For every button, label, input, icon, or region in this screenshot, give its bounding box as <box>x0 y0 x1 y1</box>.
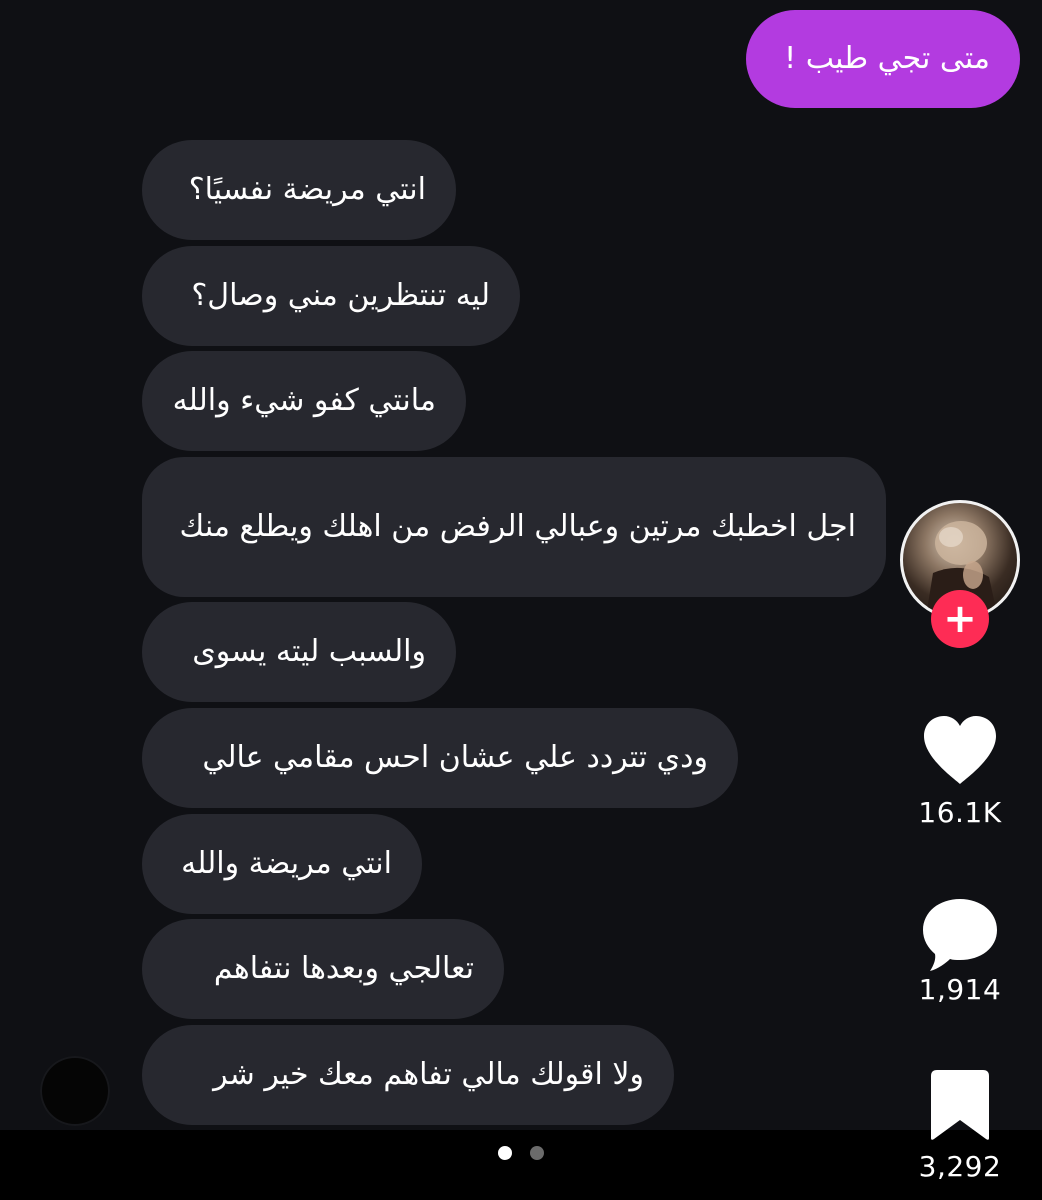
message-text: اجل اخطبك مرتين وعبالي الرفض من اهلك ويط… <box>179 509 856 544</box>
received-message-bubble[interactable]: مانتي كفو شيء والله <box>142 351 466 451</box>
sender-avatar[interactable] <box>40 1056 110 1126</box>
message-text: تعالجي وبعدها نتفاهم <box>213 951 474 986</box>
received-message-bubble[interactable]: انتي مريضة والله <box>142 814 422 914</box>
received-message-bubble[interactable]: ولا اقولك مالي تفاهم معك خير شر <box>142 1025 674 1125</box>
received-message-bubble[interactable]: اجل اخطبك مرتين وعبالي الرفض من اهلك ويط… <box>142 457 886 597</box>
like-count: 16.1K <box>918 796 1002 829</box>
received-message-bubble[interactable]: ودي تتردد علي عشان احس مقامي عالي <box>142 708 738 808</box>
message-text: ولا اقولك مالي تفاهم معك خير شر <box>213 1057 644 1092</box>
received-message-bubble[interactable]: تعالجي وبعدها نتفاهم <box>142 919 504 1019</box>
comment-count: 1,914 <box>918 973 1002 1006</box>
sent-message-bubble[interactable]: متى تجي طيب ! <box>746 10 1020 108</box>
message-text: انتي مريضة نفسيًا؟ <box>188 172 426 207</box>
message-text: والسبب ليته يسوى <box>192 634 426 669</box>
received-message-bubble[interactable]: ليه تنتظرين مني وصال؟ <box>142 246 520 346</box>
received-message-bubble[interactable]: والسبب ليته يسوى <box>142 602 456 702</box>
message-text: ليه تنتظرين مني وصال؟ <box>191 278 490 313</box>
save-count: 3,292 <box>918 1150 1002 1183</box>
message-text: متى تجي طيب ! <box>784 41 990 76</box>
bookmark-icon[interactable] <box>929 1068 991 1142</box>
page-dot-active[interactable] <box>498 1146 512 1160</box>
received-message-bubble[interactable]: انتي مريضة نفسيًا؟ <box>142 140 456 240</box>
message-text: انتي مريضة والله <box>181 846 392 881</box>
heart-icon[interactable] <box>920 714 1000 786</box>
message-text: مانتي كفو شيء والله <box>172 383 436 418</box>
follow-plus-icon[interactable]: + <box>931 590 989 648</box>
message-text: ودي تتردد علي عشان احس مقامي عالي <box>202 740 708 775</box>
page-dot[interactable] <box>530 1146 544 1160</box>
speech-bubble-icon[interactable] <box>920 895 1000 973</box>
